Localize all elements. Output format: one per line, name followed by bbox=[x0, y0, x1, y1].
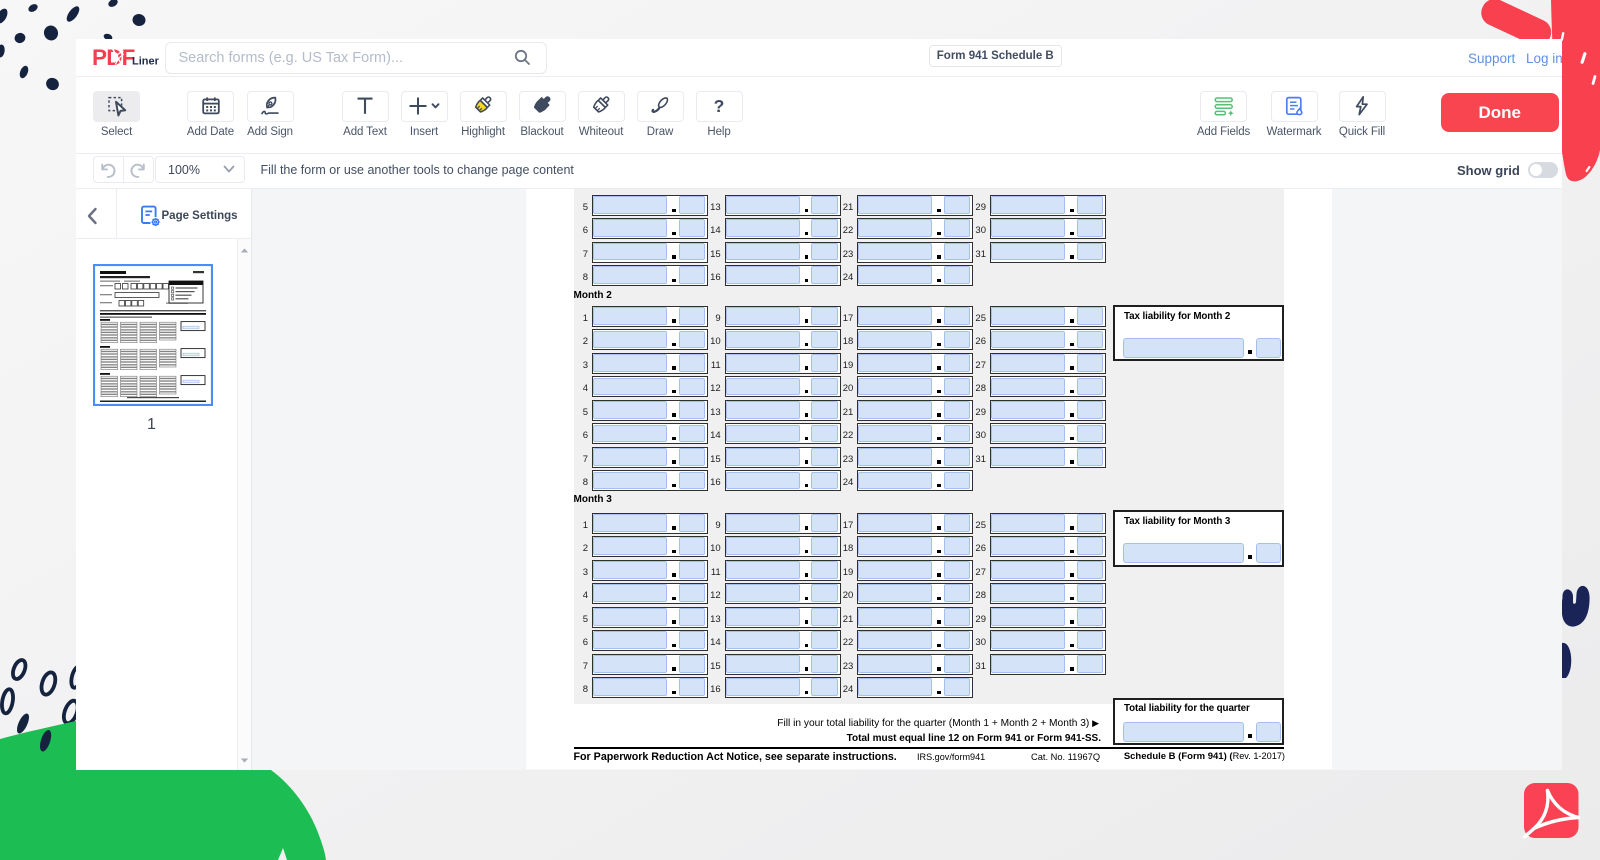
svg-text:?: ? bbox=[714, 96, 725, 116]
svg-text:Liner: Liner bbox=[132, 56, 160, 68]
